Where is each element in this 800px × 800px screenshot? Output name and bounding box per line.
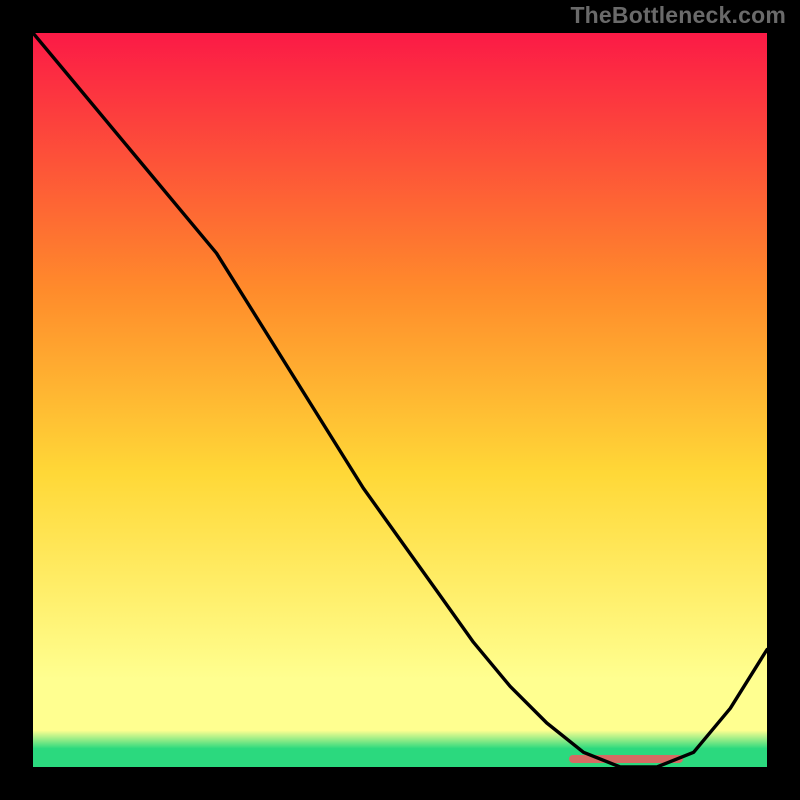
bottleneck-curve [33,33,767,767]
curve-path [33,33,767,767]
chart-frame: TheBottleneck.com [0,0,800,800]
plot-area [33,33,767,767]
watermark-text: TheBottleneck.com [570,2,786,29]
